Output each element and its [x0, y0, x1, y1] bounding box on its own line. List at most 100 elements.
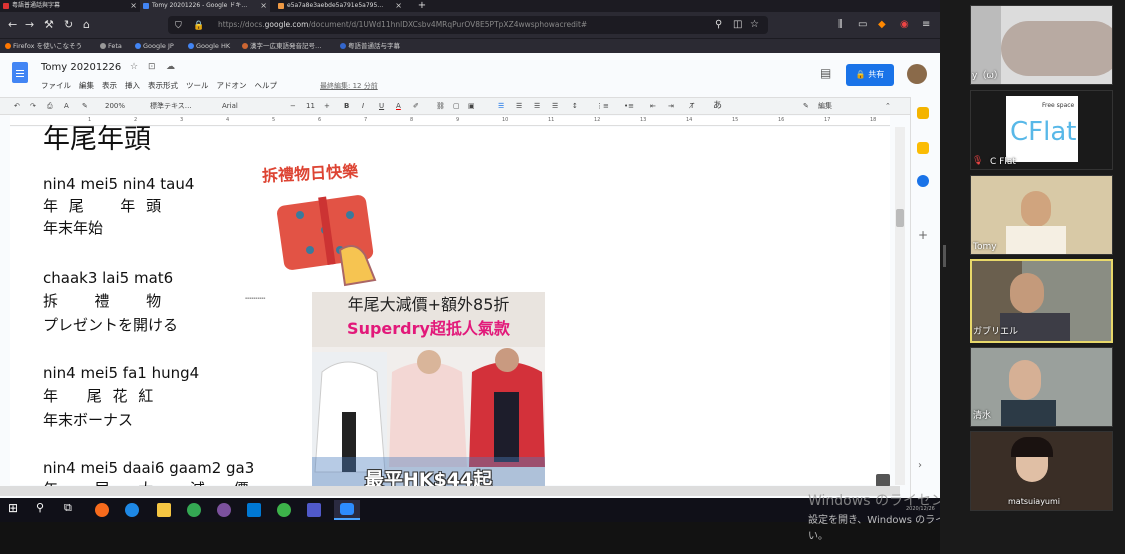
increase-indent-icon[interactable]: ⇥	[668, 100, 674, 112]
menu-view[interactable]: 表示	[102, 81, 117, 90]
url-text[interactable]: https://docs.google.com/document/d/1UWd1…	[218, 19, 587, 31]
underline-icon[interactable]: U	[379, 100, 384, 112]
tasks-icon[interactable]	[917, 175, 929, 187]
bulleted-list-icon[interactable]: •≡	[624, 100, 634, 112]
share-button[interactable]: 🔒 共有	[846, 64, 894, 86]
shield-icon[interactable]: ⛉	[175, 18, 182, 34]
teams-taskbar-icon[interactable]	[307, 503, 321, 517]
vertical-scrollbar[interactable]	[895, 127, 905, 485]
italic-icon[interactable]: I	[362, 100, 364, 112]
google-docs-logo-icon[interactable]	[12, 62, 28, 83]
firefox-taskbar-icon[interactable]	[95, 503, 109, 517]
paint-format-icon[interactable]: ✎	[82, 100, 88, 112]
library-icon[interactable]: ⫼	[838, 17, 843, 33]
bookmark-item[interactable]: Feta	[100, 39, 122, 54]
input-tools-button[interactable]: あ	[713, 100, 722, 112]
bookmark-star-icon[interactable]: ☆	[750, 17, 759, 33]
keep-icon[interactable]	[917, 107, 929, 119]
redo-icon[interactable]: ↷	[30, 100, 36, 112]
spellcheck-icon[interactable]: A	[64, 100, 69, 112]
panel-resize-handle[interactable]	[943, 245, 946, 267]
extension-icon-2[interactable]: ◉	[900, 17, 909, 33]
app-taskbar-icon[interactable]	[277, 503, 291, 517]
keep-notes-icon[interactable]	[917, 142, 929, 154]
edit-mode-pencil-icon[interactable]: ✎	[803, 100, 809, 112]
document-title[interactable]: Tomy 20201226	[41, 61, 121, 75]
align-right-icon[interactable]: ☰	[534, 100, 540, 112]
outlook-taskbar-icon[interactable]	[247, 503, 261, 517]
move-folder-icon[interactable]: ⊡	[148, 62, 156, 72]
image-icon[interactable]: ▣	[468, 100, 475, 112]
font-size-decrease-icon[interactable]: −	[290, 100, 296, 112]
link-icon[interactable]: ⛓	[436, 100, 445, 112]
new-tab-button[interactable]: +	[412, 0, 432, 12]
font-select[interactable]: Arial	[222, 100, 238, 112]
menu-help[interactable]: ヘルプ	[255, 81, 278, 90]
menu-icon[interactable]: ≡	[922, 17, 930, 33]
extension-icon[interactable]: ◆	[878, 17, 886, 33]
text-color-icon[interactable]: A	[396, 100, 401, 112]
font-size-increase-icon[interactable]: +	[324, 100, 330, 112]
bookmark-item[interactable]: Firefox を使いこなそう	[5, 39, 82, 54]
task-view-icon[interactable]: ⧉	[64, 501, 72, 515]
browser-tab-3[interactable]: e5a7a8e3aebde5a791e5a795… ×	[275, 0, 405, 12]
align-center-icon[interactable]: ☰	[516, 100, 522, 112]
bookmark-item[interactable]: 漢字一広東語発音記号…	[242, 39, 322, 54]
close-tab-icon[interactable]: ×	[130, 0, 137, 12]
windows-start-icon[interactable]: ⊞	[8, 501, 18, 515]
menu-tools[interactable]: ツール	[186, 81, 209, 90]
menu-insert[interactable]: 挿入	[125, 81, 140, 90]
comment-history-icon[interactable]: ▤	[820, 66, 831, 80]
viber-taskbar-icon[interactable]	[217, 503, 231, 517]
location-icon[interactable]: ⚲	[715, 17, 722, 33]
align-justify-icon[interactable]: ☰	[552, 100, 558, 112]
undo-icon[interactable]: ↶	[14, 100, 20, 112]
zoom-taskbar-item[interactable]	[334, 500, 360, 520]
star-icon[interactable]: ☆	[130, 62, 138, 72]
menu-edit[interactable]: 編集	[79, 81, 94, 90]
close-tab-icon[interactable]: ×	[395, 0, 402, 12]
user-avatar[interactable]	[907, 64, 927, 84]
zoom-select[interactable]: 200%	[105, 100, 125, 112]
bookmark-item[interactable]: 粤語普通話与字幕	[340, 39, 400, 54]
explorer-taskbar-icon[interactable]	[157, 503, 171, 517]
browser-tab-2[interactable]: Tomy 20201226 - Google ドキ… ×	[140, 0, 270, 12]
home-icon[interactable]: ⌂	[83, 17, 90, 33]
collapse-menu-icon[interactable]: ⌃	[885, 100, 891, 112]
chrome-taskbar-icon[interactable]	[187, 503, 201, 517]
decrease-indent-icon[interactable]: ⇤	[650, 100, 656, 112]
menu-format[interactable]: 表示形式	[148, 81, 178, 90]
clear-formatting-icon[interactable]: T̸	[690, 100, 694, 112]
align-left-icon[interactable]: ☰	[498, 100, 504, 112]
line-spacing-icon[interactable]: ↕	[572, 100, 578, 112]
menu-file[interactable]: ファイル	[41, 81, 71, 90]
sidebar-icon[interactable]: ▭	[858, 17, 867, 33]
menu-addons[interactable]: アドオン	[217, 81, 247, 90]
print-icon[interactable]: ⎙	[47, 100, 53, 112]
style-select[interactable]: 標準テキス…	[150, 100, 192, 112]
numbered-list-icon[interactable]: ⋮≡	[596, 100, 609, 112]
horizontal-scrollbar[interactable]	[0, 486, 900, 496]
back-icon[interactable]: ←	[8, 17, 17, 33]
bookmark-item[interactable]: Google HK	[188, 39, 230, 54]
edge-taskbar-icon[interactable]	[125, 503, 139, 517]
add-addon-icon[interactable]: +	[918, 228, 928, 242]
expand-panel-icon[interactable]: ›	[918, 460, 922, 471]
browser-tab-1[interactable]: 粤語普通話與字幕 ×	[0, 0, 140, 12]
tools-icon[interactable]: ⚒	[44, 17, 54, 33]
font-size-input[interactable]: 11	[306, 100, 315, 112]
pocket-icon[interactable]: ◫	[733, 17, 742, 33]
edit-mode-select[interactable]: 編集	[818, 100, 832, 112]
cloud-status-icon[interactable]: ☁	[166, 62, 175, 72]
bookmark-item[interactable]: Google JP	[135, 39, 174, 54]
video-tile-5[interactable]	[970, 347, 1113, 427]
comment-icon[interactable]: ▢	[453, 100, 460, 112]
scrollbar-thumb[interactable]	[896, 209, 904, 227]
highlight-icon[interactable]: ✐	[413, 100, 419, 112]
search-icon[interactable]: ⚲	[36, 501, 44, 514]
reload-icon[interactable]: ↻	[64, 17, 73, 33]
forward-icon[interactable]: →	[25, 17, 34, 33]
lock-icon[interactable]: 🔒	[193, 18, 204, 34]
last-edit-link[interactable]: 最終編集: 12 分前	[320, 80, 378, 92]
close-tab-icon[interactable]: ×	[260, 0, 267, 12]
